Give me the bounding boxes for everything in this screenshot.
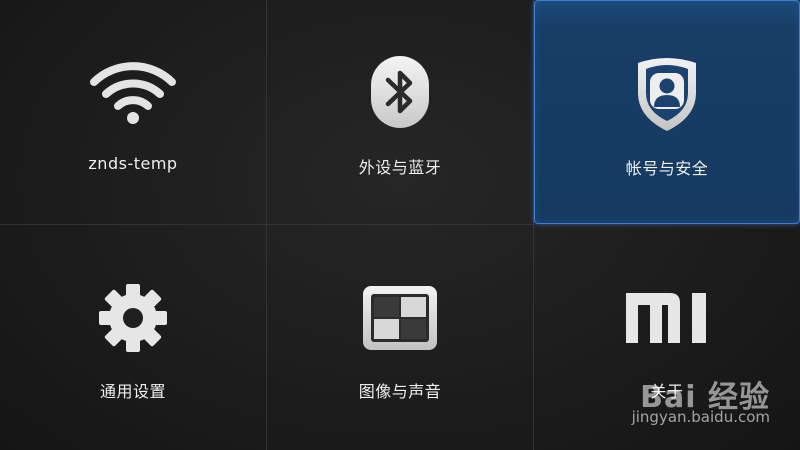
settings-grid: znds-temp 外设与蓝牙 帐号与安全 通用设置 图像与声音 关于 [0, 0, 800, 450]
tile-label: znds-temp [88, 154, 178, 173]
tile-display-sound[interactable]: 图像与声音 [267, 225, 534, 450]
display-grid-icon [355, 278, 445, 358]
tile-label: 通用设置 [99, 382, 166, 401]
tile-network[interactable]: znds-temp [0, 0, 267, 225]
bluetooth-icon [355, 52, 445, 132]
tile-account-security[interactable]: 帐号与安全 [534, 0, 800, 224]
tile-label: 图像与声音 [358, 382, 442, 401]
wifi-icon [88, 52, 178, 132]
tile-peripherals-bluetooth[interactable]: 外设与蓝牙 [267, 0, 534, 225]
settings-screen: znds-temp 外设与蓝牙 帐号与安全 通用设置 图像与声音 关于 Bai … [0, 0, 800, 450]
account-shield-icon [622, 53, 712, 133]
mi-logo-icon [622, 278, 712, 358]
tile-label: 外设与蓝牙 [358, 158, 442, 177]
tile-about[interactable]: 关于 [534, 225, 800, 450]
tile-general-settings[interactable]: 通用设置 [0, 225, 267, 450]
tile-label: 关于 [650, 382, 684, 401]
tile-label: 帐号与安全 [625, 159, 709, 178]
gear-icon [88, 278, 178, 358]
